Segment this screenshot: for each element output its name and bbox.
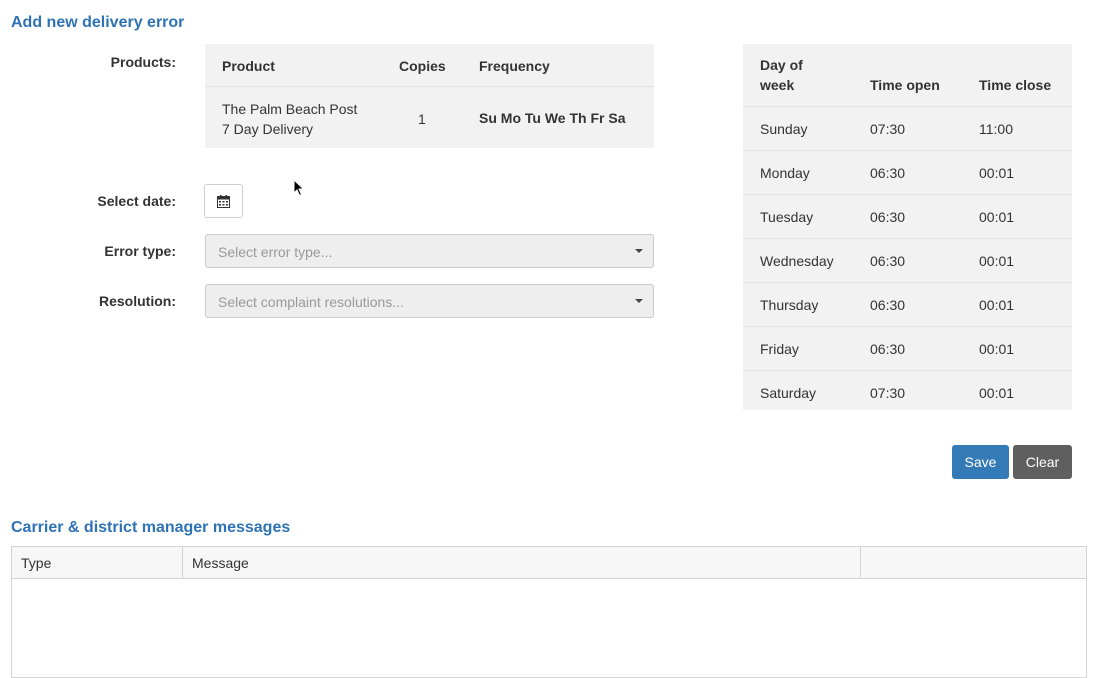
day-cell: Thursday <box>760 297 819 313</box>
day-cell: Tuesday <box>760 209 814 225</box>
column-header-product: Product <box>222 58 275 74</box>
caret-down-icon <box>635 249 643 253</box>
messages-grid: Type Message <box>11 546 1087 678</box>
day-cell: Saturday <box>760 385 817 401</box>
column-header-type[interactable]: Type <box>12 547 183 578</box>
column-header-extra <box>861 547 1086 578</box>
clear-button[interactable]: Clear <box>1013 445 1072 479</box>
table-row: The Palm Beach Post 7 Day Delivery 1 Su … <box>205 87 654 148</box>
column-header-frequency: Frequency <box>479 58 550 74</box>
select-date-label: Select date: <box>97 193 176 209</box>
column-header-time-open: Time open <box>870 77 940 93</box>
mouse-cursor-icon <box>293 179 305 197</box>
column-header-day-line2: week <box>760 77 795 93</box>
product-plan: 7 Day Delivery <box>222 121 314 137</box>
table-row: Wednesday 06:30 00:01 <box>743 239 1072 283</box>
column-header-day-line1: Day of <box>760 57 803 73</box>
error-type-select[interactable]: Select error type... <box>205 234 654 268</box>
calendar-icon <box>217 194 230 208</box>
day-cell: Friday <box>760 341 799 357</box>
messages-grid-header: Type Message <box>12 547 1086 579</box>
close-cell: 00:01 <box>979 297 1015 313</box>
open-cell: 07:30 <box>870 121 906 137</box>
save-button[interactable]: Save <box>952 445 1009 479</box>
day-cell: Sunday <box>760 121 808 137</box>
close-cell: 00:01 <box>979 209 1015 225</box>
close-cell: 00:01 <box>979 165 1015 181</box>
day-cell: Monday <box>760 165 810 181</box>
date-picker-button[interactable] <box>204 184 243 218</box>
resolution-label: Resolution: <box>99 293 176 309</box>
table-row: Monday 06:30 00:01 <box>743 151 1072 195</box>
resolution-select[interactable]: Select complaint resolutions... <box>205 284 654 318</box>
table-row: Tuesday 06:30 00:01 <box>743 195 1072 239</box>
close-cell: 00:01 <box>979 341 1015 357</box>
open-cell: 06:30 <box>870 165 906 181</box>
error-type-label: Error type: <box>104 243 176 259</box>
open-cell: 06:30 <box>870 341 906 357</box>
close-cell: 11:00 <box>979 121 1013 137</box>
product-name: The Palm Beach Post <box>222 101 358 117</box>
product-frequency: Su Mo Tu We Th Fr Sa <box>479 110 626 126</box>
column-header-time-close: Time close <box>979 77 1052 93</box>
caret-down-icon <box>635 299 643 303</box>
table-row: Saturday 07:30 00:01 <box>743 371 1072 414</box>
product-copies: 1 <box>418 111 426 127</box>
resolution-placeholder: Select complaint resolutions... <box>218 294 404 310</box>
delivery-hours-table: Day of week Time open Time close Sunday … <box>743 44 1072 410</box>
column-header-copies: Copies <box>399 58 446 74</box>
open-cell: 06:30 <box>870 297 906 313</box>
day-cell: Wednesday <box>760 253 834 269</box>
table-row: Sunday 07:30 11:00 <box>743 107 1072 151</box>
page-title: Add new delivery error <box>11 14 185 31</box>
close-cell: 00:01 <box>979 253 1015 269</box>
column-header-message[interactable]: Message <box>183 547 861 578</box>
hours-table-header: Day of week Time open Time close <box>743 44 1072 107</box>
products-table: Product Copies Frequency The Palm Beach … <box>205 44 654 148</box>
table-row: Thursday 06:30 00:01 <box>743 283 1072 327</box>
error-type-placeholder: Select error type... <box>218 244 333 260</box>
table-row: Friday 06:30 00:01 <box>743 327 1072 371</box>
open-cell: 06:30 <box>870 253 906 269</box>
open-cell: 07:30 <box>870 385 906 401</box>
products-label: Products: <box>110 54 176 70</box>
open-cell: 06:30 <box>870 209 906 225</box>
close-cell: 00:01 <box>979 385 1015 401</box>
products-table-header: Product Copies Frequency <box>205 44 654 87</box>
messages-section-title: Carrier & district manager messages <box>11 519 291 536</box>
